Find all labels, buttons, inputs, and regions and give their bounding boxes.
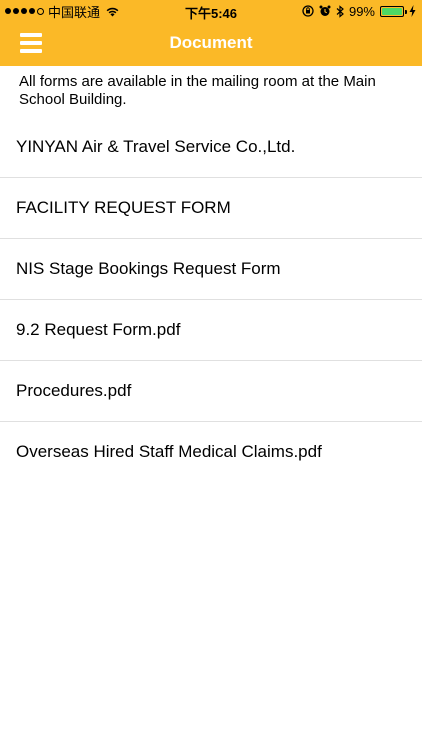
page-title: Document (169, 33, 253, 52)
status-right: 99% (302, 3, 416, 19)
bluetooth-icon (336, 4, 344, 18)
document-item-facility-request[interactable]: FACILITY REQUEST FORM (0, 178, 422, 239)
alarm-icon (319, 5, 331, 16)
document-label: 9.2 Request Form.pdf (16, 320, 181, 339)
document-item-medical-claims[interactable]: Overseas Hired Staff Medical Claims.pdf (0, 422, 422, 483)
document-item-procedures[interactable]: Procedures.pdf (0, 361, 422, 422)
status-bar: 中国联通 下午5:46 99% (0, 0, 422, 22)
app-header: 中国联通 下午5:46 99% Document (0, 0, 422, 66)
document-label: YINYAN Air & Travel Service Co.,Ltd. (16, 137, 296, 156)
document-label: FACILITY REQUEST FORM (16, 198, 231, 217)
document-label: Procedures.pdf (16, 381, 132, 400)
document-label: NIS Stage Bookings Request Form (16, 259, 281, 278)
mailing-room-notice: All forms are available in the mailing r… (19, 73, 376, 108)
battery-level (382, 7, 402, 15)
document-item-9-2-request[interactable]: 9.2 Request Form.pdf (0, 300, 422, 361)
rotation-lock-icon (302, 5, 314, 17)
document-list: YINYAN Air & Travel Service Co.,Ltd. FAC… (0, 117, 422, 483)
nav-bar: Document (0, 22, 422, 66)
battery-icon (380, 5, 407, 17)
battery-percent: 99% (348, 3, 375, 19)
document-label: Overseas Hired Staff Medical Claims.pdf (16, 442, 322, 461)
document-item-stage-bookings[interactable]: NIS Stage Bookings Request Form (0, 239, 422, 300)
charging-icon (409, 5, 416, 17)
document-item-yinyan-travel[interactable]: YINYAN Air & Travel Service Co.,Ltd. (0, 117, 422, 178)
